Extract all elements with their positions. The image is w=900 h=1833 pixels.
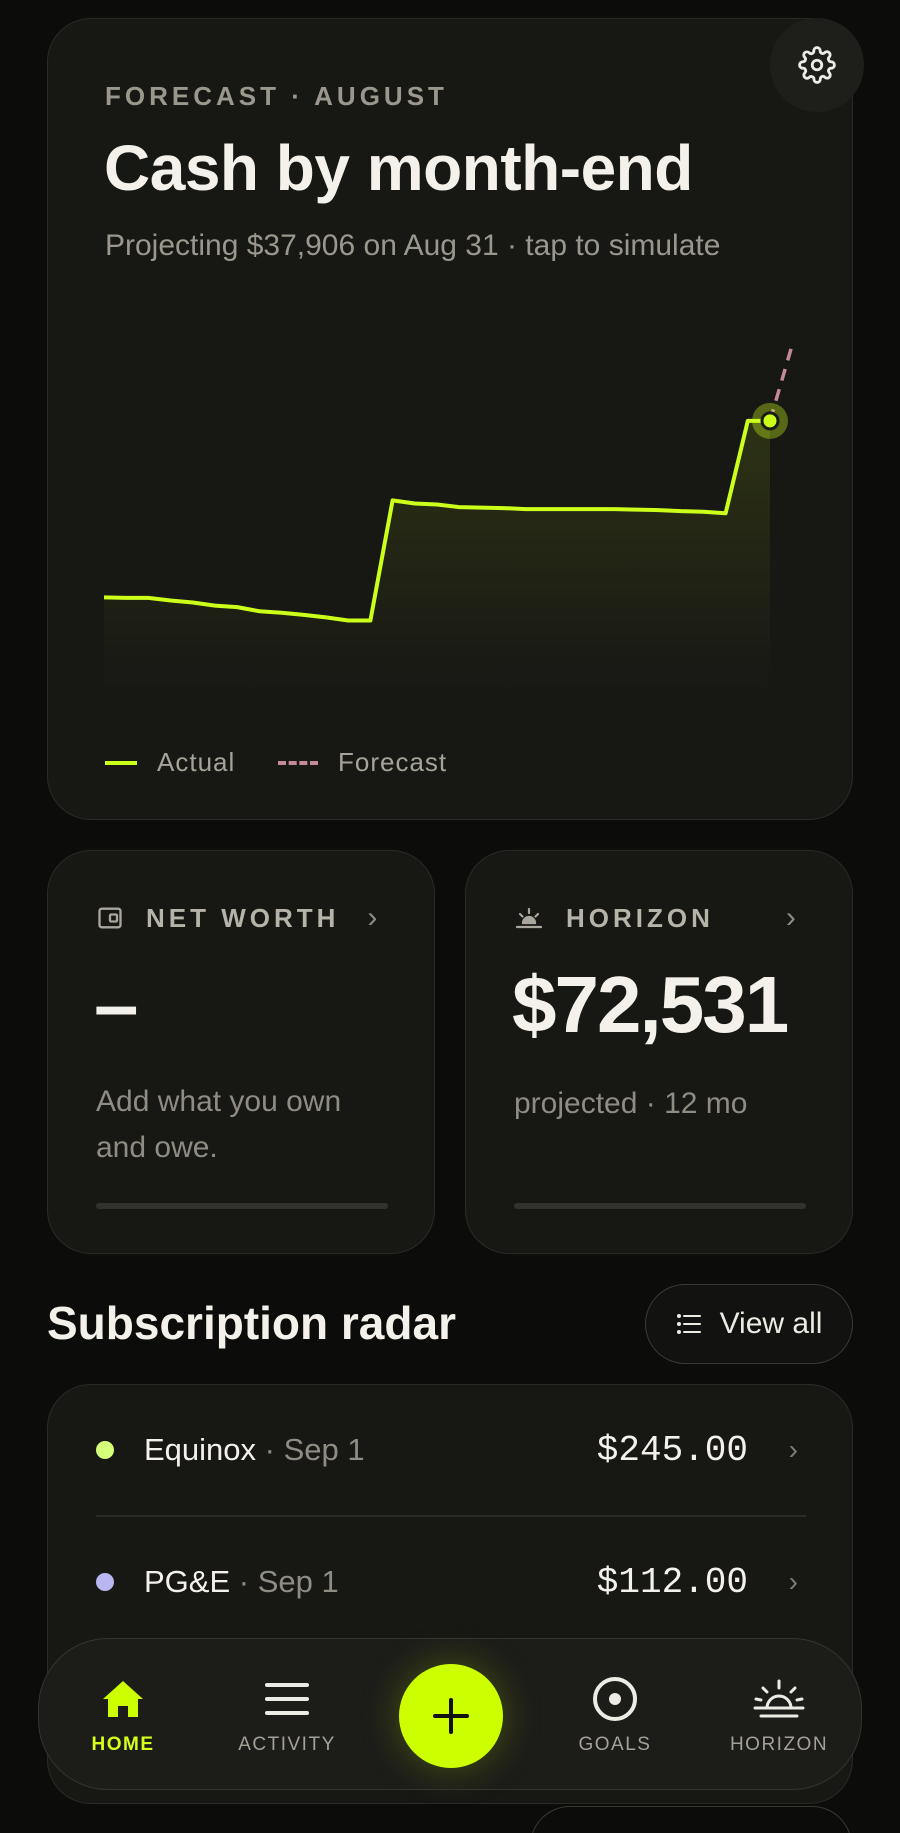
endpoint-marker: [760, 411, 780, 431]
net-worth-value: –: [94, 960, 138, 1049]
target-icon: [591, 1674, 639, 1724]
horizon-value: $72,531: [512, 960, 789, 1049]
next-section-button[interactable]: [530, 1806, 852, 1833]
sunrise-icon: [753, 1674, 805, 1724]
home-icon: [101, 1674, 145, 1724]
subscription-row[interactable]: PG&E · Sep 1 $112.00 ›: [48, 1517, 852, 1647]
nav-activity[interactable]: ACTIVITY: [217, 1639, 357, 1791]
plus-icon: [433, 1698, 469, 1734]
chevron-right-icon: ›: [788, 1566, 798, 1597]
nav-home-label: HOME: [91, 1734, 155, 1755]
menu-lines-icon: [265, 1674, 309, 1724]
legend-swatch-forecast: [278, 760, 318, 765]
subscription-date: · Sep 1: [230, 1564, 339, 1599]
view-all-button[interactable]: View all: [645, 1284, 853, 1364]
legend-item-forecast: Forecast: [278, 747, 447, 778]
net-worth-card[interactable]: NET WORTH › – Add what you own and owe.: [47, 850, 435, 1254]
subscription-date: · Sep 1: [256, 1432, 365, 1467]
nav-home[interactable]: HOME: [53, 1639, 193, 1791]
subscription-amount: $245.00: [596, 1429, 748, 1471]
bottom-nav: HOME ACTIVITY GOALS HORIZON: [38, 1638, 862, 1790]
net-worth-note-line1: Add what you own: [96, 1085, 342, 1118]
nav-horizon[interactable]: HORIZON: [709, 1639, 849, 1791]
gear-icon: [798, 46, 836, 84]
actual-area: [104, 420, 770, 691]
net-worth-note-line2: and owe.: [96, 1131, 218, 1164]
wallet-icon: [96, 904, 124, 932]
subscription-row[interactable]: Equinox · Sep 1 $245.00 ›: [48, 1385, 852, 1515]
nav-goals-label: GOALS: [578, 1734, 652, 1755]
horizon-card[interactable]: HORIZON › $72,531 projected · 12 mo: [465, 850, 853, 1254]
net-worth-header: NET WORTH ›: [96, 901, 377, 935]
net-worth-progress-bar: [96, 1203, 388, 1209]
legend-label-forecast: Forecast: [338, 747, 448, 777]
nav-activity-label: ACTIVITY: [238, 1734, 336, 1755]
horizon-header: HORIZON ›: [514, 901, 796, 935]
list-icon: [676, 1313, 702, 1335]
nav-goals[interactable]: GOALS: [545, 1639, 685, 1791]
chevron-right-icon: ›: [785, 901, 796, 934]
horizon-progress-bar: [514, 1203, 806, 1209]
cash-forecast-chart[interactable]: [48, 19, 854, 719]
legend-label-actual: Actual: [157, 747, 236, 777]
status-dot: [96, 1441, 114, 1459]
subscription-name: Equinox · Sep 1: [144, 1432, 365, 1467]
view-all-label: View all: [719, 1307, 823, 1340]
chevron-right-icon: ›: [788, 1434, 798, 1465]
add-button[interactable]: [399, 1664, 503, 1768]
horizon-label: HORIZON: [566, 902, 714, 933]
legend-swatch-actual: [105, 760, 137, 765]
subscription-radar-title: Subscription radar: [47, 1297, 456, 1349]
legend-item-actual: Actual: [105, 747, 235, 778]
nav-horizon-label: HORIZON: [729, 1734, 829, 1755]
status-dot: [96, 1573, 114, 1591]
chevron-right-icon: ›: [367, 901, 378, 934]
sunrise-icon: [514, 905, 544, 931]
net-worth-label: NET WORTH: [146, 902, 340, 933]
forecast-card[interactable]: FORECAST · AUGUST › Cash by month-end Pr…: [47, 18, 853, 820]
horizon-note: projected · 12 mo: [514, 1087, 748, 1120]
subscription-amount: $112.00: [596, 1561, 748, 1603]
subscription-name: PG&E · Sep 1: [144, 1564, 339, 1599]
settings-button[interactable]: [770, 18, 864, 112]
